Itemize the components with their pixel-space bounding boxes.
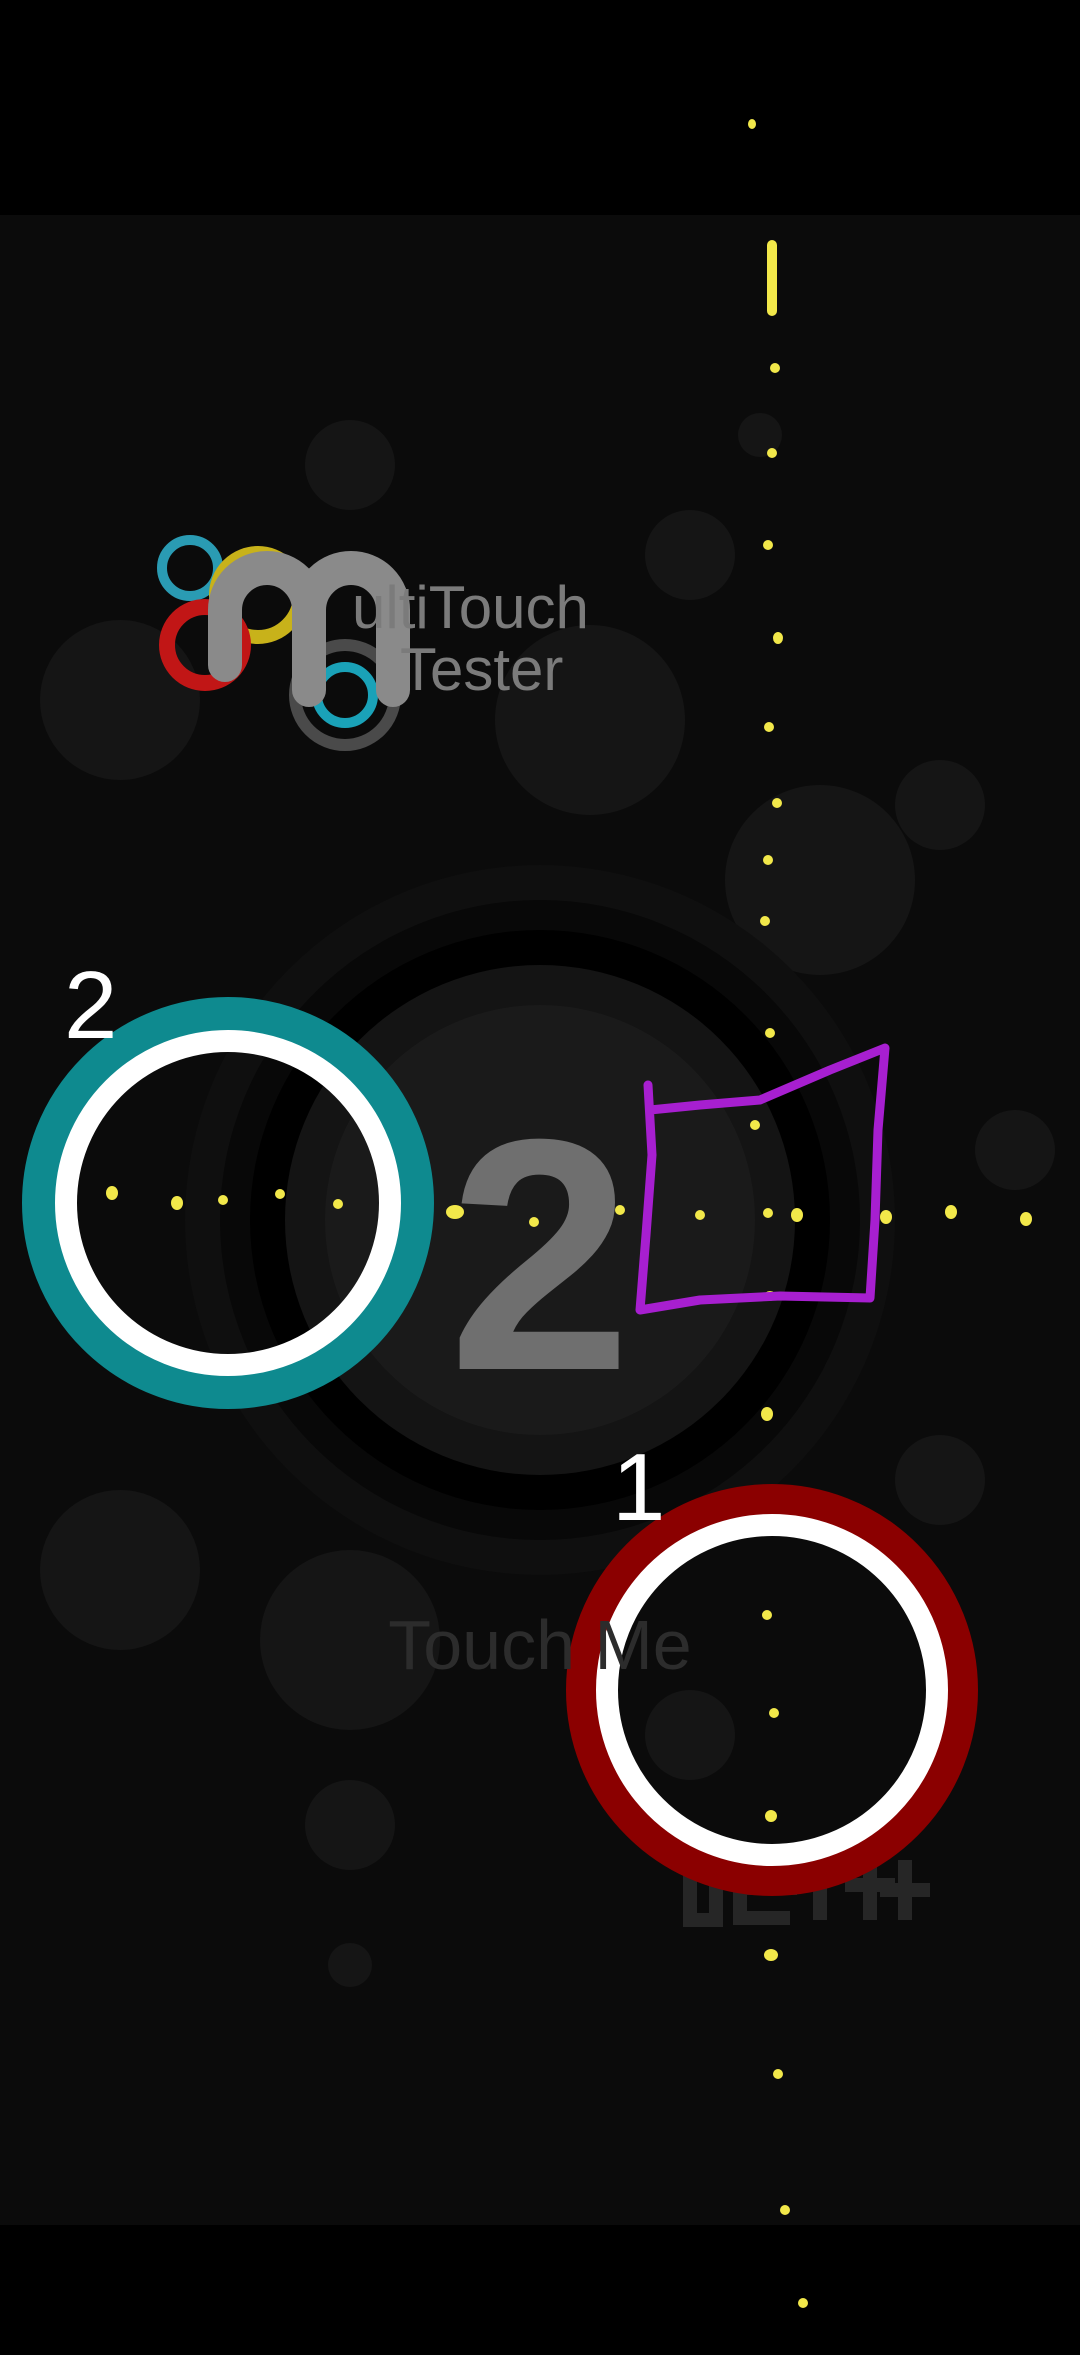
trail-dot [748,119,756,129]
trail-dot [760,916,770,926]
trail-dot [761,1407,773,1421]
trail-dash [767,240,777,316]
logo-text-multitouch: ultiTouch [352,574,589,641]
trail-dot [171,1196,183,1210]
trail-dot [764,722,774,732]
trail-dot [764,1949,778,1961]
trail-dot [945,1205,957,1219]
trail-dot [767,448,777,458]
trail-dot [773,2069,783,2079]
trail-dot [106,1186,118,1200]
trail-dot [880,1210,892,1224]
touch-canvas[interactable]: ultiTouch Tester 2 Touch Me 2 1 [0,0,1080,2355]
trail-dot [772,798,782,808]
trail-dot [218,1195,228,1205]
touch-label-2: 2 [64,952,118,1059]
trail-dot [763,1208,773,1218]
trail-dot [765,1810,777,1822]
trail-dot [770,363,780,373]
trail-dot [763,540,773,550]
trail-dot [762,1610,772,1620]
trail-dot [333,1199,343,1209]
touch-label-1: 1 [612,1434,666,1541]
trail-dot [769,1708,779,1718]
trail-dot [798,2298,808,2308]
trail-dot [780,2205,790,2215]
trail-dot [765,1028,775,1038]
trail-dot [275,1189,285,1199]
trail-dot [791,1208,803,1222]
logo-text-tester: Tester [400,636,564,703]
trail-dot [773,632,783,644]
touch-me-label: Touch Me [388,1606,692,1684]
trail-dot [1020,1212,1032,1226]
trail-dot [695,1210,705,1220]
trail-dot [750,1120,760,1130]
trail-dot [763,855,773,865]
touch-count: 2 [448,1070,632,1439]
